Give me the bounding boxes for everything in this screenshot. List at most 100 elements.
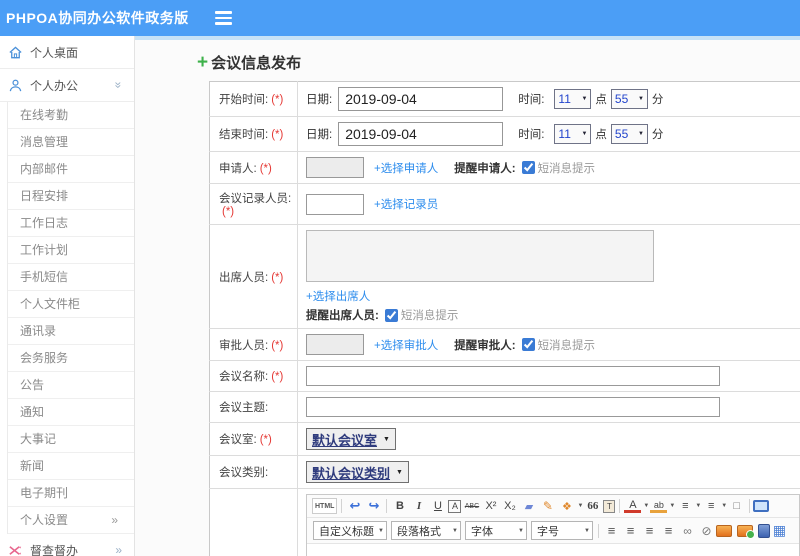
sidebar-item-office[interactable]: 个人办公 » [0, 69, 134, 102]
sidebar-item-news[interactable]: 新闻 [8, 453, 134, 480]
approver-sms-checkbox[interactable] [521, 338, 535, 351]
applicant-sms-checkbox[interactable] [521, 161, 535, 174]
sidebar-item-sms[interactable]: 手机短信 [8, 264, 134, 291]
sidebar-item-announcement[interactable]: 公告 [8, 372, 134, 399]
superscript-icon[interactable]: X² [482, 498, 499, 514]
sidebar-item-major-events[interactable]: 大事记 [8, 426, 134, 453]
sidebar-item-file-cabinet[interactable]: 个人文件柜 [8, 291, 134, 318]
meeting-name-input[interactable] [306, 366, 720, 386]
blockquote-icon[interactable]: 66 [584, 498, 601, 514]
underline-icon[interactable]: U [429, 498, 446, 514]
editor-content-area[interactable] [307, 544, 799, 556]
applicant-input[interactable] [306, 157, 364, 178]
row-start-time: 开始时间:(*) 日期: 时间: 11▼ 点 55▼ 分 [209, 81, 800, 117]
sidebar-item-personal-settings[interactable]: 个人设置 » [8, 507, 134, 534]
fullscreen-preview-icon[interactable] [753, 500, 770, 512]
end-hour-select[interactable]: 11 ▼ [554, 124, 592, 144]
sidebar-item-attendance[interactable]: 在线考勤 [8, 102, 134, 129]
html-source-button[interactable]: HTML [312, 498, 338, 514]
caret-down-icon: ▼ [378, 527, 384, 534]
caret-down-icon[interactable]: ▼ [721, 503, 727, 509]
subscript-icon[interactable]: X₂ [501, 498, 518, 514]
insert-link-icon[interactable]: ∞ [679, 523, 696, 539]
highlight-color-icon[interactable]: ab [650, 500, 668, 513]
row-recorder: 会议记录人员:(*) +选择记录员 [209, 183, 800, 225]
recorder-input[interactable] [306, 193, 364, 215]
align-justify-icon[interactable]: ≡ [660, 523, 677, 539]
redo-icon[interactable]: ↪ [365, 498, 382, 514]
shuffle-icon [9, 545, 22, 555]
content-top-strip [135, 36, 800, 40]
insert-media-icon[interactable] [758, 523, 770, 538]
start-minute-select[interactable]: 55 ▼ [610, 89, 648, 109]
row-applicant: 申请人: (*) +选择申请人 提醒申请人: 短消息提示 [209, 151, 800, 184]
sidebar-item-work-plan[interactable]: 工作计划 [8, 237, 134, 264]
sidebar-submenu: 在线考勤 消息管理 内部邮件 日程安排 工作日志 工作计划 手机短信 个人文件柜… [7, 102, 134, 534]
bold-icon[interactable]: B [391, 498, 408, 514]
unordered-list-icon[interactable]: ≡ [702, 498, 719, 514]
paragraph-format-combo[interactable]: 段落格式 ▼ [391, 521, 461, 540]
upload-image-icon[interactable] [737, 524, 755, 539]
required-star: (*) [271, 339, 284, 352]
page-title-text: 会议信息发布 [211, 55, 302, 72]
undo-icon[interactable]: ↩ [346, 498, 363, 514]
sidebar-item-supervision[interactable]: 督查督办 » [0, 534, 134, 556]
hour-unit: 点 [595, 94, 607, 106]
sidebar-item-notice[interactable]: 通知 [8, 399, 134, 426]
caret-down-icon[interactable]: ▼ [695, 503, 701, 509]
select-approver-link[interactable]: +选择审批人 [374, 337, 438, 353]
custom-title-combo[interactable]: 自定义标题 ▼ [313, 521, 387, 540]
font-family-combo[interactable]: 字体 ▼ [465, 521, 527, 540]
app-header: PHPOA协同办公软件政务版 [0, 0, 800, 36]
sidebar-item-internal-mail[interactable]: 内部邮件 [8, 156, 134, 183]
sidebar-item-schedule[interactable]: 日程安排 [8, 183, 134, 210]
attendees-textarea[interactable] [306, 230, 654, 282]
strikethrough-icon[interactable]: ABC [463, 498, 480, 514]
end-minute-select[interactable]: 55 ▼ [610, 124, 648, 144]
align-left-icon[interactable]: ≡ [603, 523, 620, 539]
meeting-room-select[interactable]: 默认会议室 ▼ [306, 428, 396, 450]
sidebar-item-work-log[interactable]: 工作日志 [8, 210, 134, 237]
autotypeset-icon[interactable]: A [448, 499, 462, 513]
font-color-icon[interactable]: A [624, 499, 642, 513]
caret-down-icon[interactable]: ▼ [669, 503, 675, 509]
align-center-icon[interactable]: ≡ [622, 523, 639, 539]
format-eraser-icon[interactable]: ▰ [520, 498, 537, 514]
sidebar-item-desktop[interactable]: 个人桌面 [0, 36, 134, 69]
hour-unit: 点 [595, 129, 607, 141]
remove-link-icon[interactable]: ⊘ [698, 523, 715, 539]
select-applicant-link[interactable]: +选择申请人 [374, 160, 438, 176]
italic-icon[interactable]: I [410, 498, 427, 514]
approver-input[interactable] [306, 334, 364, 355]
sidebar-item-contacts[interactable]: 通讯录 [8, 318, 134, 345]
select-recorder-link[interactable]: +选择记录员 [374, 196, 438, 212]
chevron-right-icon: » [115, 543, 122, 556]
sidebar-item-meeting-service[interactable]: 会务服务 [8, 345, 134, 372]
required-star: (*) [259, 434, 272, 446]
hamburger-menu-icon[interactable] [214, 11, 232, 25]
start-hour-select[interactable]: 11 ▼ [554, 89, 592, 109]
sidebar-item-messages[interactable]: 消息管理 [8, 129, 134, 156]
meeting-room-label: 会议室: [219, 434, 257, 446]
new-document-icon[interactable]: □ [728, 498, 745, 514]
ordered-list-icon[interactable]: ≡ [676, 498, 693, 514]
insert-image-icon[interactable] [716, 524, 732, 537]
minute-unit: 分 [651, 129, 664, 141]
start-date-input[interactable] [338, 87, 504, 111]
paragraph-style-icon[interactable]: ❖ [558, 498, 575, 514]
align-right-icon[interactable]: ≡ [641, 523, 658, 539]
select-attendees-link[interactable]: +选择出席人 [306, 291, 370, 303]
caret-down-icon[interactable]: ▼ [643, 503, 649, 509]
caret-down-icon[interactable]: ▼ [577, 503, 583, 509]
caret-down-icon: ▼ [518, 527, 524, 534]
format-brush-icon[interactable]: ✎ [539, 498, 556, 514]
attendees-sms-checkbox[interactable] [384, 308, 398, 322]
meeting-topic-input[interactable] [306, 397, 720, 417]
font-size-combo[interactable]: 字号 ▼ [531, 521, 593, 540]
meeting-type-select[interactable]: 默认会议类别 ▼ [306, 461, 409, 483]
sidebar-item-e-journal[interactable]: 电子期刊 [8, 480, 134, 507]
paste-icon[interactable]: T [603, 499, 616, 513]
end-date-input[interactable] [338, 122, 504, 146]
add-icon: + [197, 51, 209, 73]
insert-table-icon[interactable]: ▦ [771, 522, 788, 539]
